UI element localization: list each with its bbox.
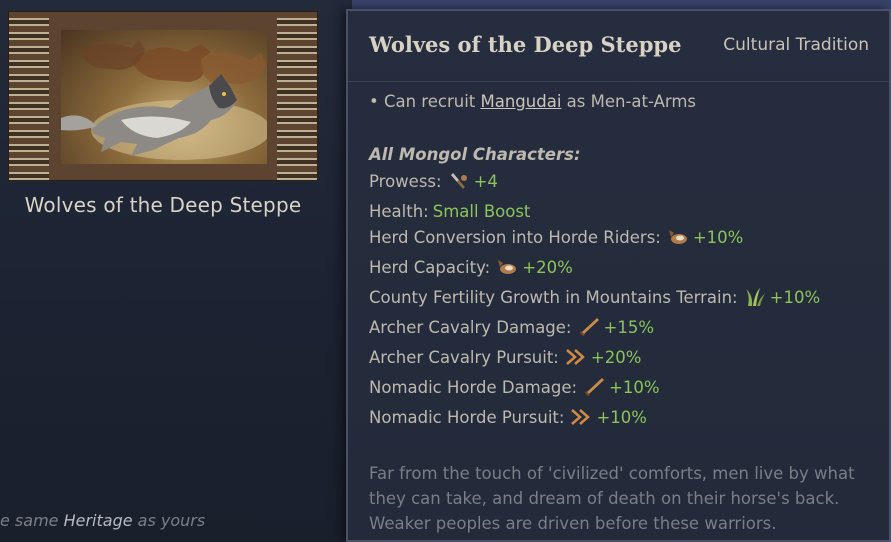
modifier-value[interactable]: Small Boost	[433, 202, 531, 221]
wolf-and-horses-illustration	[61, 30, 267, 164]
pursuit-icon	[570, 407, 592, 427]
modifier-label: Prowess:	[369, 171, 442, 191]
pursuit-icon	[565, 347, 587, 367]
sword-icon	[578, 317, 600, 337]
tradition-card[interactable]: Wolves of the Deep Steppe e same Heritag…	[0, 0, 345, 542]
modifier-row: Prowess: +4	[369, 169, 498, 193]
modifier-value: +10%	[769, 287, 821, 307]
modifier-label: Health:	[369, 201, 429, 221]
modifier-row: Herd Capacity: +20%	[369, 255, 573, 279]
modifier-value: +20%	[590, 347, 642, 367]
tooltip-title: Wolves of the Deep Steppe	[369, 32, 682, 57]
flavor-text: Far from the touch of 'civilized' comfor…	[369, 464, 855, 533]
tradition-card-title: Wolves of the Deep Steppe	[24, 193, 302, 217]
tooltip-type: Cultural Tradition	[723, 35, 869, 55]
tradition-art-frame	[8, 11, 318, 181]
recruit-bullet: • Can recruit Mangudai as Men-at-Arms	[369, 92, 696, 111]
modifier-label: Archer Cavalry Pursuit:	[369, 347, 559, 367]
section-title: All Mongol Characters:	[369, 145, 581, 164]
modifier-row: Archer Cavalry Pursuit: +20%	[369, 345, 641, 369]
modifier-value: +10%	[692, 227, 744, 247]
modifier-row: Archer Cavalry Damage: +15%	[369, 315, 654, 339]
herd-icon	[496, 257, 518, 277]
modifier-value: +10%	[596, 407, 647, 427]
modifier-row: County Fertility Growth in Mountains Ter…	[369, 285, 820, 309]
modifier-row: Nomadic Horde Pursuit: +10%	[369, 405, 647, 429]
screen: Wolves of the Deep Steppe e same Heritag…	[0, 0, 891, 542]
heritage-suffix: as yours	[132, 511, 206, 530]
herd-icon	[667, 227, 689, 247]
modifier-value: +20%	[522, 257, 573, 277]
modifier-label: Herd Conversion into Horde Riders:	[369, 227, 661, 247]
modifier-label: County Fertility Growth in Mountains Ter…	[369, 287, 738, 307]
frame-border-left	[9, 12, 49, 180]
modifier-label: Archer Cavalry Damage:	[369, 317, 572, 337]
bullet-suffix: as Men-at-Arms	[561, 92, 697, 111]
modifier-label: Herd Capacity:	[369, 257, 491, 277]
tooltip-header: Wolves of the Deep Steppe Cultural Tradi…	[348, 11, 889, 82]
grass-icon	[744, 287, 766, 307]
modifier-value: +10%	[609, 377, 660, 397]
modifier-label: Nomadic Horde Damage:	[369, 377, 578, 397]
mangudai-link[interactable]: Mangudai	[481, 92, 562, 111]
tradition-tooltip: Wolves of the Deep Steppe Cultural Tradi…	[346, 9, 891, 542]
modifier-label: Nomadic Horde Pursuit:	[369, 407, 565, 427]
modifier-row: Nomadic Horde Damage: +10%	[369, 375, 660, 399]
frame-border-right	[277, 12, 317, 180]
modifier-value: +4	[473, 171, 498, 191]
sword-icon	[583, 377, 605, 397]
heritage-note: e same Heritage as yours	[0, 511, 205, 530]
modifier-row: Herd Conversion into Horde Riders: +10%	[369, 225, 743, 249]
prowess-icon	[448, 171, 470, 191]
bullet-prefix: • Can recruit	[369, 92, 481, 111]
modifier-value: +15%	[603, 317, 655, 337]
heritage-prefix: e same	[0, 511, 64, 530]
modifier-row: Health: Small Boost	[369, 199, 530, 223]
heritage-link[interactable]: Heritage	[64, 511, 133, 530]
